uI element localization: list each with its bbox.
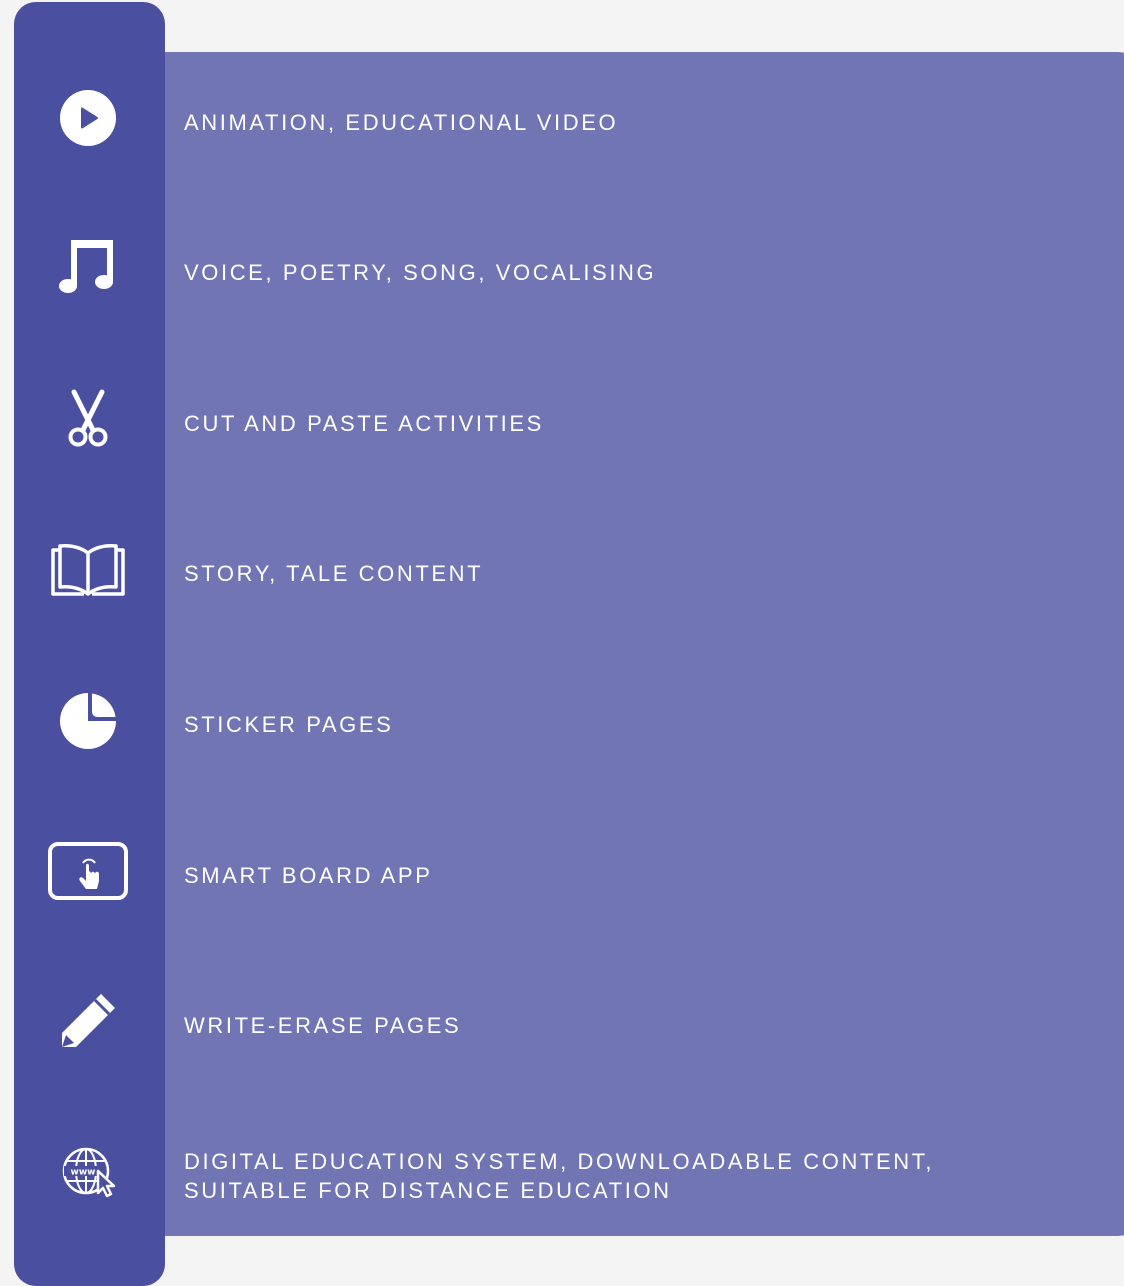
globe-www-cursor-icon: www bbox=[0, 1126, 176, 1216]
feature-label-cut-paste: CUT AND PASTE ACTIVITIES bbox=[184, 411, 544, 436]
feature-label-story: STORY, TALE CONTENT bbox=[184, 561, 484, 586]
feature-label-write-erase: WRITE-ERASE PAGES bbox=[184, 1013, 462, 1038]
feature-label-sticker: STICKER PAGES bbox=[184, 712, 394, 737]
feature-label-line: DIGITAL EDUCATION SYSTEM, DOWNLOADABLE C… bbox=[184, 1149, 935, 1174]
pencil-icon bbox=[0, 976, 176, 1066]
sticker-icon bbox=[0, 676, 176, 766]
scissors-icon bbox=[0, 374, 176, 464]
feature-label-digital-education: DIGITAL EDUCATION SYSTEM, DOWNLOADABLE C… bbox=[184, 1147, 1084, 1205]
svg-text:www: www bbox=[71, 1168, 96, 1178]
feature-list-panel bbox=[130, 52, 1124, 1236]
play-icon bbox=[0, 73, 176, 163]
feature-label-line: SUITABLE FOR DISTANCE EDUCATION bbox=[184, 1178, 672, 1203]
smart-board-touch-icon bbox=[0, 826, 176, 916]
open-book-icon bbox=[0, 524, 176, 614]
feature-label-animation: ANIMATION, EDUCATIONAL VIDEO bbox=[184, 110, 619, 135]
music-note-icon bbox=[0, 222, 176, 312]
feature-label-smart-board: SMART BOARD APP bbox=[184, 863, 433, 888]
feature-label-voice: VOICE, POETRY, SONG, VOCALISING bbox=[184, 260, 657, 285]
icon-sidebar bbox=[14, 2, 165, 1286]
